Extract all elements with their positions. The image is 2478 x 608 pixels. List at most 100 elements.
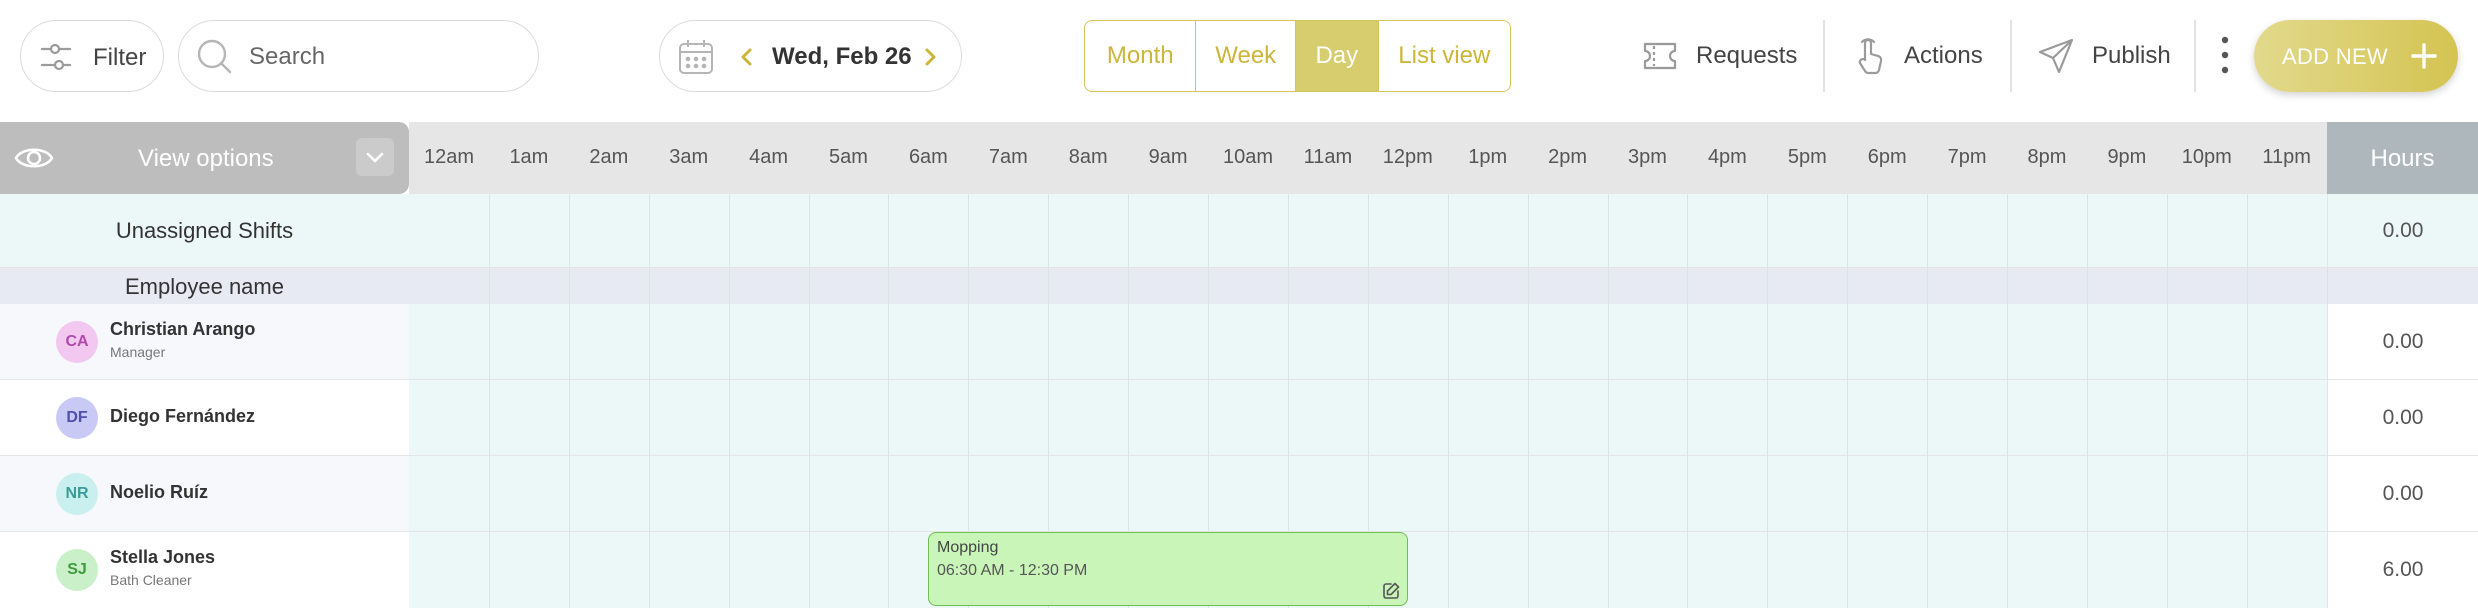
time-tick: 6pm bbox=[1867, 146, 1907, 168]
time-tick: 1am bbox=[509, 146, 549, 168]
chevron-right-icon[interactable] bbox=[915, 39, 945, 75]
kebab-icon[interactable] bbox=[2212, 30, 2238, 80]
hour-gridline bbox=[1927, 194, 1929, 608]
avatar: DF bbox=[56, 397, 98, 439]
view-list-button[interactable]: List view bbox=[1379, 21, 1510, 91]
publish-button[interactable]: Publish bbox=[2036, 20, 2171, 92]
employee-hours: 0.00 bbox=[2327, 380, 2478, 455]
time-tick: 8am bbox=[1068, 146, 1108, 168]
add-new-button[interactable]: ADD NEW bbox=[2254, 20, 2458, 92]
top-toolbar: Filter Wed, Feb 26 Month Week Day List v… bbox=[0, 0, 2478, 122]
time-tick: 4am bbox=[749, 146, 789, 168]
requests-label: Requests bbox=[1696, 42, 1798, 69]
ticket-icon bbox=[1643, 42, 1677, 70]
view-options-toggle[interactable] bbox=[356, 138, 394, 176]
search-input[interactable] bbox=[249, 37, 519, 77]
time-tick: 5pm bbox=[1787, 146, 1827, 168]
time-tick: 5am bbox=[829, 146, 868, 168]
time-tick: 2pm bbox=[1548, 146, 1588, 168]
time-tick: 7pm bbox=[1947, 146, 1987, 168]
hour-gridline bbox=[648, 194, 650, 608]
time-tick: 10pm bbox=[2181, 146, 2232, 168]
avatar: NR bbox=[56, 473, 98, 515]
time-tick: 6am bbox=[908, 146, 948, 168]
time-tick: 8pm bbox=[2027, 146, 2067, 168]
unassigned-hours: 0.00 bbox=[2327, 194, 2478, 267]
employee-name: Christian Arango bbox=[110, 319, 256, 339]
employee-cell[interactable]: CA Christian Arango Manager bbox=[0, 304, 409, 379]
time-tick: 3am bbox=[669, 146, 709, 168]
hours-header: Hours bbox=[2327, 122, 2478, 194]
view-week-button[interactable]: Week bbox=[1196, 21, 1296, 91]
chevron-down-icon bbox=[366, 152, 384, 163]
shift-time: 06:30 AM - 12:30 PM bbox=[937, 562, 1088, 579]
employee-role: Bath Cleaner bbox=[110, 572, 192, 588]
timeline-header: 12am 1am 2am 3am 4am 5am 6am 7am 8am 9am 10am 11am 1… bbox=[409, 122, 2327, 194]
edit-icon[interactable] bbox=[1381, 581, 1401, 601]
actions-button[interactable]: Actions bbox=[1852, 20, 1983, 92]
send-icon bbox=[2038, 38, 2074, 74]
hour-gridline bbox=[728, 194, 730, 608]
filter-button[interactable]: Filter bbox=[20, 20, 164, 92]
hour-gridline bbox=[1767, 194, 1769, 608]
toolbar-divider bbox=[2010, 20, 2012, 92]
hour-gridline bbox=[2086, 194, 2088, 608]
hour-gridline bbox=[1527, 194, 1529, 608]
time-tick: 10am bbox=[1222, 146, 1274, 168]
hour-gridline bbox=[888, 194, 890, 608]
hour-gridline bbox=[1447, 194, 1449, 608]
time-tick: 7am bbox=[988, 146, 1028, 168]
view-switcher: Month Week Day List view bbox=[1084, 20, 1511, 92]
unassigned-shifts-cell: Unassigned Shifts bbox=[0, 194, 409, 267]
view-day-button[interactable]: Day bbox=[1296, 21, 1379, 91]
employee-name: Noelio Ruíz bbox=[110, 482, 208, 502]
calendar-icon[interactable] bbox=[676, 37, 716, 77]
hour-gridline bbox=[488, 194, 490, 608]
filter-label: Filter bbox=[93, 44, 147, 71]
hour-gridline bbox=[2246, 194, 2248, 608]
employee-header-hours bbox=[2327, 268, 2478, 304]
toolbar-divider bbox=[1823, 20, 1825, 92]
sliders-icon bbox=[40, 43, 72, 71]
employee-cell[interactable]: SJ Stella Jones Bath Cleaner bbox=[0, 532, 409, 608]
pointer-hand-icon bbox=[1858, 38, 1883, 75]
time-tick: 2am bbox=[589, 146, 629, 168]
hour-gridline bbox=[2166, 194, 2168, 608]
avatar: CA bbox=[56, 321, 98, 363]
employee-row: DF Diego Fernández 0.00 bbox=[0, 380, 2478, 456]
view-month-button[interactable]: Month bbox=[1085, 21, 1197, 91]
time-tick: 4pm bbox=[1707, 146, 1747, 168]
search-box[interactable] bbox=[178, 20, 539, 92]
toolbar-divider bbox=[2194, 20, 2196, 92]
shift-block[interactable]: Mopping 06:30 AM - 12:30 PM bbox=[928, 532, 1408, 606]
hour-gridline bbox=[568, 194, 570, 608]
employee-name: Diego Fernández bbox=[110, 406, 256, 426]
time-tick: 12am bbox=[423, 146, 475, 168]
plus-icon bbox=[2411, 43, 2437, 69]
time-tick: 11pm bbox=[2262, 146, 2311, 168]
time-tick: 3pm bbox=[1628, 146, 1667, 168]
view-options-bar[interactable]: View options bbox=[0, 122, 409, 194]
employee-cell[interactable]: NR Noelio Ruíz bbox=[0, 456, 409, 531]
current-date[interactable]: Wed, Feb 26 bbox=[772, 43, 912, 71]
time-tick: 12pm bbox=[1382, 146, 1433, 168]
actions-label: Actions bbox=[1904, 42, 1983, 69]
employee-name: Stella Jones bbox=[110, 547, 216, 567]
unassigned-shifts-row: Unassigned Shifts 0.00 bbox=[0, 194, 2478, 268]
view-options-label: View options bbox=[138, 145, 274, 172]
requests-button[interactable]: Requests bbox=[1640, 20, 1797, 92]
time-tick: 11am bbox=[1303, 146, 1353, 168]
time-tick: 9am bbox=[1148, 146, 1188, 168]
publish-label: Publish bbox=[2092, 42, 2171, 69]
chevron-left-icon[interactable] bbox=[732, 39, 762, 75]
hour-gridline bbox=[1687, 194, 1689, 608]
search-icon bbox=[197, 39, 232, 74]
hour-gridline bbox=[1607, 194, 1609, 608]
time-tick: 9pm bbox=[2107, 146, 2147, 168]
employee-role: Manager bbox=[110, 344, 166, 360]
employee-row: CA Christian Arango Manager 0.00 bbox=[0, 304, 2478, 380]
hours-header-label: Hours bbox=[2370, 145, 2435, 172]
avatar: SJ bbox=[56, 549, 98, 591]
hour-gridline bbox=[2007, 194, 2008, 608]
employee-cell[interactable]: DF Diego Fernández bbox=[0, 380, 409, 455]
